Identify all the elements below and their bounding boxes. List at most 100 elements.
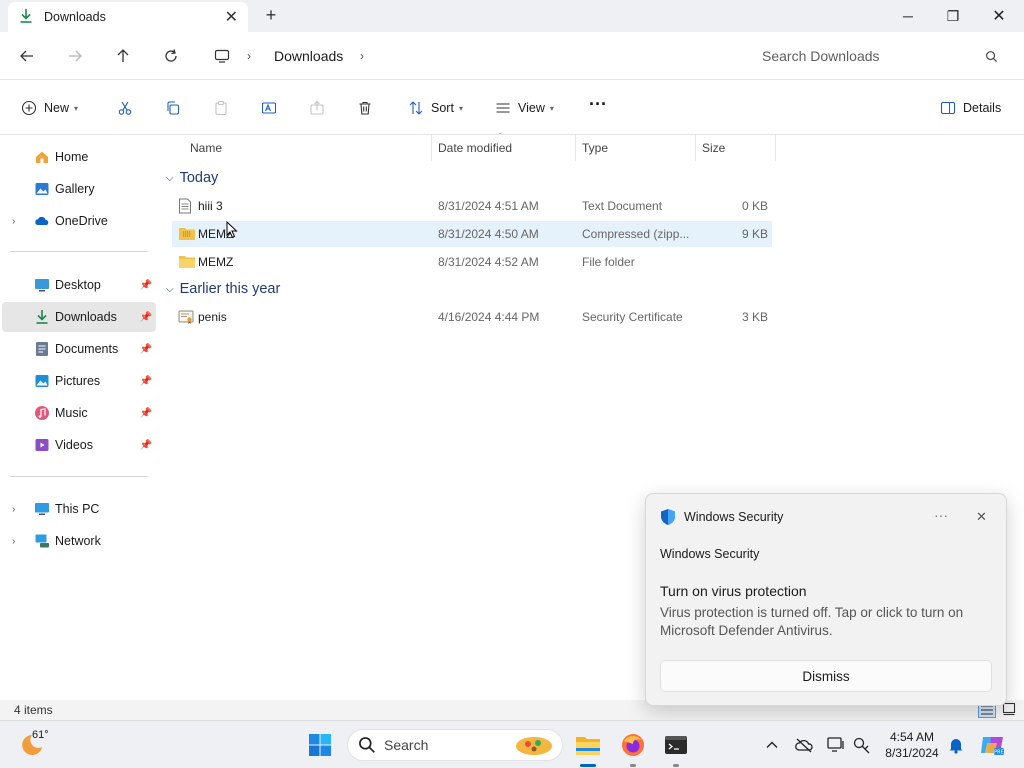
- sidebar-item-music[interactable]: Music 📌: [2, 398, 156, 428]
- paste-button[interactable]: [212, 98, 230, 118]
- file-row-hiii-3[interactable]: hiii 3 8/31/2024 4:51 AM Text Document 0…: [172, 193, 772, 219]
- share-button[interactable]: [308, 98, 326, 118]
- file-name: MEMZ: [198, 255, 234, 269]
- toast-close-button[interactable]: ✕: [976, 509, 987, 525]
- toast-more-button[interactable]: ···: [934, 507, 948, 523]
- show-hidden-icons-button[interactable]: [760, 731, 784, 759]
- group-header-today[interactable]: ⌵ Today: [166, 170, 218, 186]
- group-header-earlier-this-year[interactable]: ⌵ Earlier this year: [166, 281, 280, 297]
- sidebar-item-label: Network: [55, 534, 101, 548]
- sidebar-item-label: Gallery: [55, 182, 95, 196]
- copilot-button[interactable]: PRE: [978, 731, 1006, 759]
- taskbar-search[interactable]: Search: [347, 729, 563, 761]
- sidebar-item-network[interactable]: › Network: [2, 526, 156, 556]
- column-separator[interactable]: [695, 135, 696, 161]
- maximize-button[interactable]: ❐: [930, 0, 976, 32]
- notification-button[interactable]: [944, 731, 968, 759]
- sidebar-item-downloads[interactable]: Downloads 📌: [2, 302, 156, 332]
- toast-source: Windows Security: [660, 547, 760, 561]
- column-separator[interactable]: [431, 135, 432, 161]
- sidebar-item-gallery[interactable]: Gallery: [2, 174, 156, 204]
- back-button[interactable]: [15, 44, 39, 68]
- pin-icon[interactable]: 📌: [140, 344, 152, 355]
- folder-icon: [178, 254, 195, 270]
- sidebar-item-label: Videos: [55, 438, 93, 452]
- gallery-icon: [34, 181, 50, 197]
- pin-icon[interactable]: 📌: [140, 376, 152, 387]
- taskbar: 61° Search 4:54 AM 8/31/2024 PRE: [0, 720, 1024, 768]
- new-button[interactable]: New ▾: [20, 98, 78, 118]
- search-input[interactable]: Search Downloads: [748, 40, 1012, 72]
- sidebar-item-desktop[interactable]: Desktop 📌: [2, 270, 156, 300]
- windows-security-notification[interactable]: Windows Security ··· ✕ Windows Security …: [645, 493, 1007, 706]
- column-separator[interactable]: [775, 135, 776, 161]
- tab-downloads[interactable]: Downloads ✕: [8, 2, 248, 32]
- pin-icon[interactable]: 📌: [140, 280, 152, 291]
- chevron-right-icon[interactable]: ›: [12, 536, 15, 547]
- column-separator[interactable]: [575, 135, 576, 161]
- sidebar-divider: [10, 476, 148, 477]
- firefox-taskbar-button[interactable]: [619, 731, 647, 759]
- column-header-name[interactable]: Name: [190, 135, 222, 161]
- sidebar-item-label: Music: [55, 406, 88, 420]
- file-date: 8/31/2024 4:50 AM: [438, 227, 539, 241]
- sidebar-item-this-pc[interactable]: › This PC: [2, 494, 156, 524]
- view-list-icon: [494, 99, 512, 117]
- pin-icon[interactable]: 📌: [140, 440, 152, 451]
- details-button[interactable]: Details: [939, 98, 1001, 118]
- file-name: hiii 3: [198, 199, 223, 213]
- weather-temperature: 61°: [32, 729, 49, 741]
- videos-icon: [34, 437, 50, 453]
- dismiss-button[interactable]: Dismiss: [660, 660, 992, 692]
- minimize-button[interactable]: ─: [885, 0, 931, 32]
- pin-icon[interactable]: 📌: [140, 408, 152, 419]
- chevron-down-icon: ▾: [74, 103, 79, 113]
- sidebar-item-onedrive[interactable]: › OneDrive: [2, 206, 156, 236]
- chevron-right-icon[interactable]: ›: [360, 49, 364, 63]
- up-button[interactable]: [111, 44, 135, 68]
- cut-button[interactable]: [116, 98, 134, 118]
- copy-button[interactable]: [164, 98, 182, 118]
- network-tray-button[interactable]: [850, 731, 874, 759]
- sort-button[interactable]: Sort ▾: [407, 98, 463, 118]
- file-row-memz-folder[interactable]: MEMZ 8/31/2024 4:52 AM File folder: [172, 249, 772, 275]
- this-pc-crumb[interactable]: [210, 44, 234, 68]
- tiles-view-icon[interactable]: [1002, 702, 1016, 719]
- sidebar-item-home[interactable]: Home: [2, 142, 156, 172]
- running-indicator: [673, 764, 679, 767]
- file-row-penis[interactable]: penis 4/16/2024 4:44 PM Security Certifi…: [172, 304, 772, 330]
- refresh-button[interactable]: [159, 44, 183, 68]
- sidebar-item-label: OneDrive: [55, 214, 108, 228]
- sidebar-item-label: Documents: [55, 342, 119, 356]
- sidebar-item-documents[interactable]: Documents 📌: [2, 334, 156, 364]
- file-size: 9 KB: [741, 227, 768, 241]
- delete-button[interactable]: [356, 98, 374, 118]
- tab-close-icon[interactable]: ✕: [225, 7, 238, 27]
- forward-button[interactable]: [63, 44, 87, 68]
- close-window-button[interactable]: ✕: [976, 0, 1022, 32]
- start-button[interactable]: [306, 731, 334, 759]
- onedrive-tray-button[interactable]: [792, 731, 816, 759]
- chevron-right-icon[interactable]: ›: [247, 49, 251, 63]
- pin-icon[interactable]: 📌: [140, 312, 152, 323]
- file-size: 0 KB: [741, 199, 768, 213]
- new-tab-button[interactable]: +: [262, 5, 280, 26]
- file-row-memz-zip[interactable]: MEMZ 8/31/2024 4:50 AM Compressed (zipp.…: [172, 221, 772, 247]
- title-bar: Downloads ✕ + ─ ❐ ✕: [0, 0, 1024, 32]
- terminal-taskbar-button[interactable]: [662, 731, 690, 759]
- column-header-size[interactable]: Size: [702, 135, 725, 161]
- chevron-right-icon[interactable]: ›: [12, 216, 15, 227]
- item-count: 4 items: [14, 703, 53, 717]
- sidebar-item-pictures[interactable]: Pictures 📌: [2, 366, 156, 396]
- column-header-type[interactable]: Type: [582, 135, 608, 161]
- chevron-right-icon[interactable]: ›: [12, 504, 15, 515]
- sidebar-item-videos[interactable]: Videos 📌: [2, 430, 156, 460]
- display-tray-button[interactable]: [824, 731, 848, 759]
- rename-button[interactable]: [260, 98, 278, 118]
- more-options-button[interactable]: ···: [589, 94, 607, 114]
- view-button[interactable]: View ▾: [494, 98, 554, 118]
- breadcrumb-downloads[interactable]: Downloads: [274, 48, 343, 64]
- file-explorer-taskbar-button[interactable]: [574, 731, 602, 759]
- system-clock[interactable]: 4:54 AM 8/31/2024: [880, 729, 944, 761]
- chevron-up-icon: [766, 741, 778, 748]
